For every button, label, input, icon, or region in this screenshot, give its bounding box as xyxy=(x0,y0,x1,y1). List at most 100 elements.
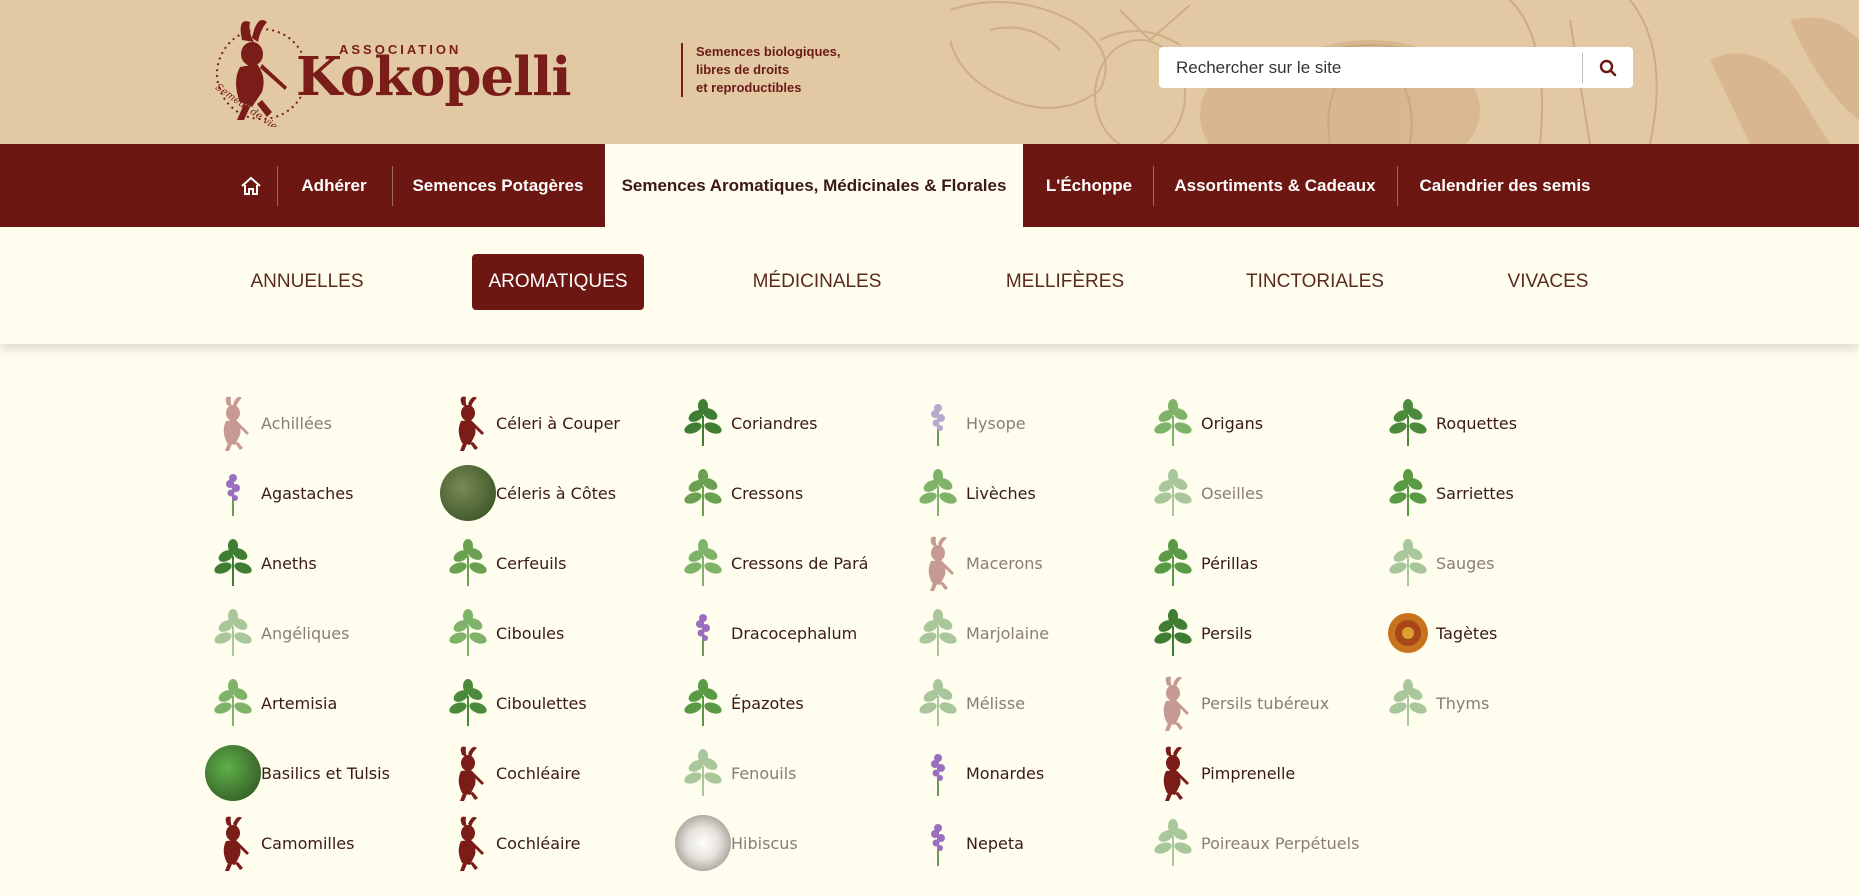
plant-item-label: Épazotes xyxy=(731,693,804,713)
scallion-icon xyxy=(440,605,496,661)
plant-item[interactable]: Sauges xyxy=(1380,533,1494,593)
plant-item[interactable]: Aneths xyxy=(205,533,317,593)
plant-item-label: Coriandres xyxy=(731,413,818,433)
plant-item-label: Cochléaire xyxy=(496,833,581,853)
savory-icon xyxy=(1380,465,1436,521)
plant-item-label: Hysope xyxy=(966,413,1026,433)
plant-item[interactable]: Macerons xyxy=(910,533,1043,593)
plant-item[interactable]: Roquettes xyxy=(1380,393,1517,453)
tagline-line: et reproductibles xyxy=(696,80,802,95)
plant-item[interactable]: Persils xyxy=(1145,603,1252,663)
plant-item[interactable]: Dracocephalum xyxy=(675,603,857,663)
sorrel-icon xyxy=(1145,465,1201,521)
kokopelli-icon xyxy=(223,816,249,871)
subnav-aromatiques[interactable]: AROMATIQUES xyxy=(472,254,644,310)
nav-adherer[interactable]: Adhérer xyxy=(284,144,384,227)
plant-item[interactable]: Angéliques xyxy=(205,603,349,663)
plant-item[interactable]: Persils tubéreux xyxy=(1145,673,1329,733)
hyssop-icon xyxy=(910,395,966,451)
leek-icon xyxy=(1145,815,1201,871)
plant-item[interactable]: Coriandres xyxy=(675,393,818,453)
nav-calendrier[interactable]: Calendrier des semis xyxy=(1410,144,1600,227)
plant-item[interactable]: Pimprenelle xyxy=(1145,743,1295,803)
search-icon xyxy=(1599,59,1617,76)
plant-item-label: Ciboulettes xyxy=(496,693,587,713)
subnav-medicinales[interactable]: MÉDICINALES xyxy=(736,254,898,310)
plant-item-label: Fenouils xyxy=(731,763,797,783)
plant-item[interactable]: Cressons xyxy=(675,463,803,523)
plant-item[interactable]: Origans xyxy=(1145,393,1263,453)
marjoram-icon xyxy=(910,605,966,661)
plant-item[interactable]: Nepeta xyxy=(910,813,1024,873)
plant-item[interactable]: Hysope xyxy=(910,393,1026,453)
subnav-annuelles[interactable]: ANNUELLES xyxy=(232,254,382,310)
plant-item[interactable]: Fenouils xyxy=(675,743,796,803)
subnav-vivaces[interactable]: VIVACES xyxy=(1488,254,1608,310)
nav-home[interactable] xyxy=(230,144,272,227)
nav-separator xyxy=(1397,166,1398,206)
kokopelli-icon xyxy=(440,395,496,451)
plant-item[interactable]: Cochléaire xyxy=(440,813,581,873)
kokopelli-icon xyxy=(1163,676,1189,731)
nav-semences-potageres[interactable]: Semences Potagères xyxy=(400,144,596,227)
plant-item[interactable]: Périllas xyxy=(1145,533,1258,593)
plant-item[interactable]: Artemisia xyxy=(205,673,337,733)
search-input[interactable] xyxy=(1159,47,1582,88)
nav-assortiments[interactable]: Assortiments & Cadeaux xyxy=(1164,144,1386,227)
subnav-melliferes[interactable]: MELLIFÈRES xyxy=(994,254,1136,310)
plant-item-label: Nepeta xyxy=(966,833,1024,853)
plant-item-label: Aneths xyxy=(261,553,317,573)
plant-item[interactable]: Cochléaire xyxy=(440,743,581,803)
kokopelli-logo[interactable]: Semeur de vie ASSOCIATION Kokopelli xyxy=(212,12,572,127)
plant-item[interactable]: Monardes xyxy=(910,743,1044,803)
nepeta-icon xyxy=(910,815,966,871)
plant-item-label: Cerfeuils xyxy=(496,553,567,573)
plant-item[interactable]: Livèches xyxy=(910,463,1036,523)
tagline-line: libres de droits xyxy=(696,62,790,77)
nav-separator xyxy=(277,166,278,206)
plant-item-label: Monardes xyxy=(966,763,1045,783)
kokopelli-icon xyxy=(223,396,249,451)
dracocephalum-icon xyxy=(675,605,731,661)
plant-item[interactable]: Oseilles xyxy=(1145,463,1263,523)
plant-item[interactable]: Thyms xyxy=(1380,673,1489,733)
plant-item-label: Origans xyxy=(1201,413,1264,433)
plant-item[interactable]: Tagètes xyxy=(1380,603,1497,663)
plant-item[interactable]: Poireaux Perpétuels xyxy=(1145,813,1359,873)
plant-item[interactable]: Hibiscus xyxy=(675,813,798,873)
subnav-tinctoriales[interactable]: TINCTORIALES xyxy=(1235,254,1395,310)
plant-item[interactable]: Céleris à Côtes xyxy=(440,463,616,523)
plant-item[interactable]: Ciboulettes xyxy=(440,673,587,733)
kokopelli-icon xyxy=(1145,675,1201,731)
plant-item-label: Sarriettes xyxy=(1436,483,1514,503)
plant-item[interactable]: Camomilles xyxy=(205,813,354,873)
plant-item-label: Dracocephalum xyxy=(731,623,858,643)
kokopelli-icon xyxy=(205,815,261,871)
sage-icon xyxy=(1380,535,1436,591)
plant-item[interactable]: Agastaches xyxy=(205,463,353,523)
nav-semences-aromatiques[interactable]: Semences Aromatiques, Médicinales & Flor… xyxy=(605,144,1023,227)
plant-item[interactable]: Épazotes xyxy=(675,673,804,733)
plant-item[interactable]: Achillées xyxy=(205,393,332,453)
plant-item-label: Hibiscus xyxy=(731,833,798,853)
tagline-line: Semences biologiques, xyxy=(696,44,841,59)
plant-item[interactable]: Marjolaine xyxy=(910,603,1049,663)
plant-item[interactable]: Cerfeuils xyxy=(440,533,566,593)
plant-item[interactable]: Mélisse xyxy=(910,673,1025,733)
plant-item[interactable]: Sarriettes xyxy=(1380,463,1514,523)
category-subnav: ANNUELLES AROMATIQUES MÉDICINALES MELLIF… xyxy=(0,227,1859,344)
plant-item-label: Mélisse xyxy=(966,693,1026,713)
kokopelli-figure-icon: Semeur de vie xyxy=(213,20,302,127)
fennel-icon xyxy=(675,745,731,801)
plant-item-label: Persils xyxy=(1201,623,1253,643)
site-header: Semeur de vie ASSOCIATION Kokopelli Seme… xyxy=(0,0,1859,144)
plant-item[interactable]: Céleri à Couper xyxy=(440,393,620,453)
plant-item[interactable]: Ciboules xyxy=(440,603,564,663)
plant-item-label: Agastaches xyxy=(261,483,354,503)
plant-item[interactable]: Basilics et Tulsis xyxy=(205,743,390,803)
nav-echoppe[interactable]: L'Échoppe xyxy=(1036,144,1142,227)
kokopelli-icon xyxy=(910,535,966,591)
perilla-icon xyxy=(1145,535,1201,591)
plant-item[interactable]: Cressons de Pará xyxy=(675,533,868,593)
search-button[interactable] xyxy=(1583,47,1633,88)
